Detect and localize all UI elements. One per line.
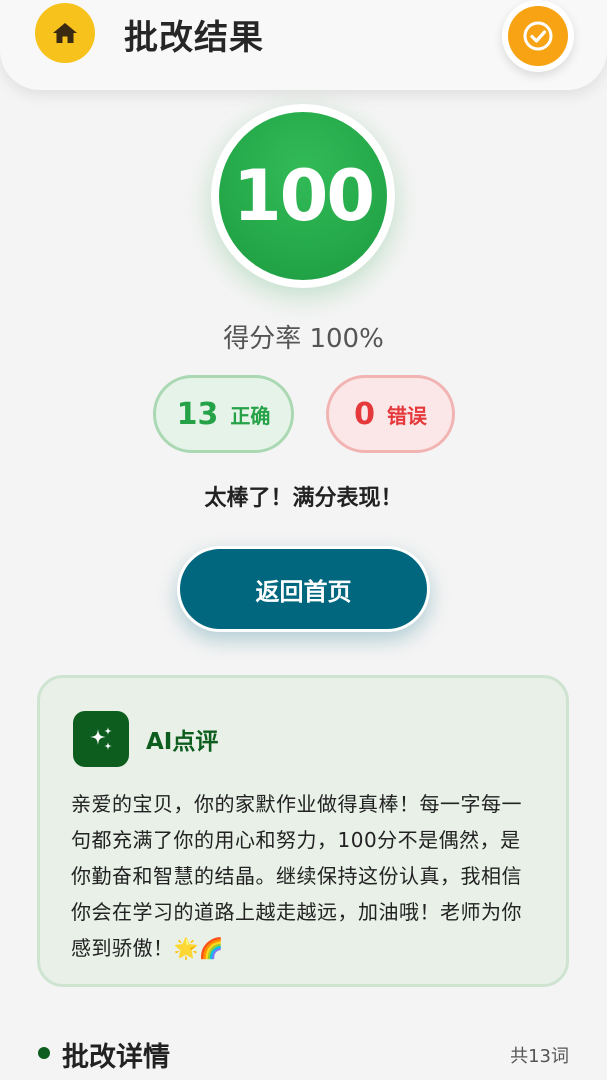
done-button[interactable] bbox=[502, 0, 574, 72]
details-section-title: 批改详情 bbox=[62, 1042, 170, 1073]
header-bar: 批改结果 bbox=[0, 0, 607, 90]
back-home-button[interactable]: 返回首页 bbox=[177, 546, 430, 632]
section-bullet bbox=[38, 1047, 50, 1059]
correct-count-badge: 13 正确 bbox=[153, 375, 294, 453]
score-rate: 得分率 100% bbox=[223, 324, 384, 354]
sparkles-icon bbox=[90, 727, 112, 750]
ai-review-title: AI点评 bbox=[146, 729, 219, 755]
praise-message: 太棒了！满分表现！ bbox=[204, 486, 403, 511]
correct-label: 正确 bbox=[230, 403, 271, 428]
wrong-label: 错误 bbox=[386, 403, 427, 428]
ai-icon-box bbox=[73, 711, 129, 767]
ai-review-card: AI点评 亲爱的宝贝，你的家默作业做得真棒！每一字每一句都充满了你的用心和努力，… bbox=[37, 675, 569, 987]
home-icon bbox=[53, 23, 77, 43]
word-count: 共13词 bbox=[510, 1046, 569, 1067]
ai-review-text: 亲爱的宝贝，你的家默作业做得真棒！每一字每一句都充满了你的用心和努力，100分不… bbox=[71, 792, 522, 960]
correct-count: 13 bbox=[176, 396, 219, 432]
score-badge: 100 bbox=[211, 104, 395, 288]
wrong-count-badge: 0 错误 bbox=[326, 375, 455, 453]
score-value: 100 bbox=[219, 112, 387, 280]
home-button[interactable] bbox=[35, 3, 95, 63]
page-title: 批改结果 bbox=[124, 18, 264, 58]
wrong-count: 0 bbox=[354, 396, 375, 432]
check-circle-icon bbox=[523, 21, 553, 51]
